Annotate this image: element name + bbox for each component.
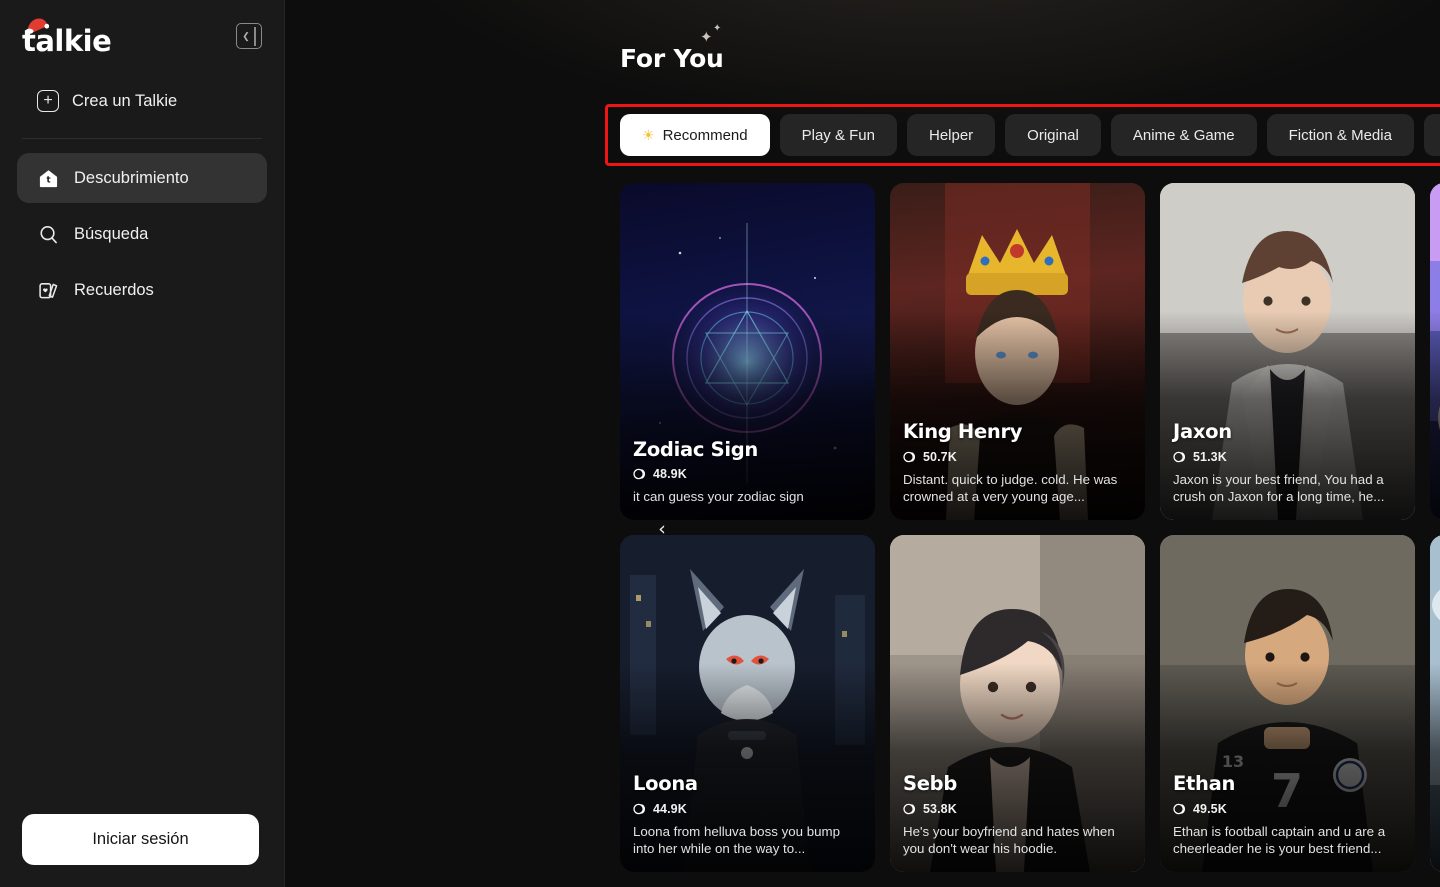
tab-icon[interactable]: Icon (1423, 114, 1440, 156)
card-description: Distant. quick to judge. cold. He was cr… (903, 471, 1118, 505)
tab-label: Original (1027, 126, 1079, 144)
card-stat: 49.5K (1173, 802, 1403, 816)
card-stat: 48.9K (633, 467, 863, 481)
chat-bubble-icon (903, 803, 915, 814)
chat-bubble-icon (1173, 451, 1185, 462)
sidebar-item-label: Descubrimiento (74, 168, 189, 187)
character-card[interactable]: Zodiac Sign 48.9K it can guess your zodi… (620, 183, 875, 520)
character-card[interactable]: Sebb 53.8K He's your boyfriend and hates… (890, 535, 1145, 872)
sidebar-divider (22, 138, 262, 139)
tab-label: Fiction & Media (1288, 126, 1392, 144)
chevron-left-icon: ‹ (658, 517, 666, 540)
page-title-wrap: ✦ ✦ For You (620, 24, 820, 82)
category-tabs: ☀ Recommend Play & Fun Helper Original A… (608, 107, 1440, 163)
card-stat: 50.7K (903, 450, 1133, 464)
character-card[interactable]: boy or girl test 53.3K this AI will gues… (1430, 183, 1440, 520)
card-chat-count: 51.3K (1193, 449, 1227, 464)
card-stat: 53.8K (903, 802, 1133, 816)
character-card[interactable]: King Henry 50.7K Distant. quick to judge… (890, 183, 1145, 520)
card-title: Loona (633, 772, 698, 796)
chat-bubble-icon (1173, 803, 1185, 814)
page-title: For You (620, 44, 724, 73)
sidebar-nav: t Descubrimiento Búsqueda Recuerdos (17, 153, 267, 315)
card-chat-count: 48.9K (653, 467, 687, 482)
carousel-prev-button[interactable]: ‹ (645, 512, 679, 546)
tab-helper[interactable]: Helper (906, 114, 996, 156)
tab-anime-and-game[interactable]: Anime & Game (1110, 114, 1257, 156)
app-root: talkie ❮ + Crea un Talkie t Descubrimien… (0, 0, 1440, 887)
card-title: Jaxon (1173, 420, 1232, 444)
sidebar-item-descubrimiento[interactable]: t Descubrimiento (17, 153, 267, 203)
home-house-icon: t (37, 167, 59, 189)
character-card[interactable]: 7 13 Ethan 49.5K (1160, 535, 1415, 872)
card-chat-count: 53.8K (923, 801, 957, 816)
card-info: Jaxon 51.3K Jaxon is your best friend, Y… (1173, 420, 1403, 506)
category-tabs-highlight: ☀ Recommend Play & Fun Helper Original A… (605, 104, 1440, 166)
sidebar-item-label: Búsqueda (74, 224, 149, 243)
card-description: Jaxon is your best friend, You had a cru… (1173, 471, 1385, 505)
card-info: Loona 44.9K Loona from helluva boss you … (633, 772, 863, 858)
app-logo-text: talkie (22, 24, 112, 58)
tab-label: Recommend (662, 126, 748, 144)
sidebar-item-recuerdos[interactable]: Recuerdos (17, 265, 267, 315)
character-card[interactable]: MHA beach day 53.6K there are denki(not … (1430, 535, 1440, 872)
card-title: Ethan (1173, 772, 1236, 796)
card-stat: 51.3K (1173, 450, 1403, 464)
chat-bubble-icon (633, 469, 645, 480)
cards-memories-icon (37, 279, 59, 301)
login-button[interactable]: Iniciar sesión (22, 814, 259, 865)
card-title: King Henry (903, 420, 1023, 444)
card-title: Zodiac Sign (633, 437, 758, 461)
card-gradient-overlay (1430, 311, 1440, 520)
create-talkie-button[interactable]: + Crea un Talkie (22, 82, 262, 120)
panel-divider (254, 26, 256, 46)
card-description: it can guess your zodiac sign (633, 489, 804, 505)
sparkle-icon-small: ✦ (713, 23, 722, 34)
tab-label: Helper (928, 126, 974, 144)
search-icon (37, 223, 59, 245)
card-stat: 44.9K (633, 802, 863, 816)
sidebar-item-label: Recuerdos (74, 280, 154, 299)
character-card-grid: Zodiac Sign 48.9K it can guess your zodi… (620, 183, 1440, 872)
card-description: Ethan is football captain and u are a ch… (1173, 823, 1386, 857)
tab-play-and-fun[interactable]: Play & Fun (779, 114, 897, 156)
panel-collapse-icon: ❮ (242, 30, 250, 41)
character-card[interactable]: Loona 44.9K Loona from helluva boss you … (620, 535, 875, 872)
create-talkie-label: Crea un Talkie (72, 91, 178, 110)
sidebar-header: talkie ❮ (0, 0, 284, 56)
card-description: He's your boyfriend and hates when you d… (903, 823, 1115, 857)
card-info: Zodiac Sign 48.9K it can guess your zodi… (633, 437, 863, 506)
login-area: Iniciar sesión (22, 814, 259, 865)
tab-original[interactable]: Original (1005, 114, 1101, 156)
tab-label: Play & Fun (801, 126, 875, 144)
card-gradient-overlay (1430, 663, 1440, 872)
card-description: Loona from helluva boss you bump into he… (633, 823, 840, 857)
card-info: Sebb 53.8K He's your boyfriend and hates… (903, 772, 1133, 858)
sidebar: talkie ❮ + Crea un Talkie t Descubrimien… (0, 0, 285, 887)
sparkle-icon: ✦ (700, 29, 713, 46)
card-title: Sebb (903, 772, 957, 796)
chat-bubble-icon (633, 803, 645, 814)
tab-recommend[interactable]: ☀ Recommend (620, 114, 770, 156)
character-card[interactable]: Jaxon 51.3K Jaxon is your best friend, Y… (1160, 183, 1415, 520)
plus-square-icon: + (37, 90, 59, 112)
sun-sparkle-icon: ☀ (642, 127, 655, 143)
tab-label: Anime & Game (1132, 126, 1235, 144)
chat-bubble-icon (903, 451, 915, 462)
card-chat-count: 50.7K (923, 449, 957, 464)
main-content: ✦ ✦ For You ☀ Recommend Play & Fun Helpe… (285, 0, 1440, 887)
card-chat-count: 44.9K (653, 801, 687, 816)
tab-fiction-and-media[interactable]: Fiction & Media (1266, 114, 1414, 156)
sidebar-item-busqueda[interactable]: Búsqueda (17, 209, 267, 259)
sidebar-collapse-button[interactable]: ❮ (236, 23, 262, 49)
app-logo[interactable]: talkie (22, 18, 112, 58)
svg-text:t: t (46, 175, 50, 185)
card-info: Ethan 49.5K Ethan is football captain an… (1173, 772, 1403, 858)
card-info: King Henry 50.7K Distant. quick to judge… (903, 420, 1133, 506)
card-chat-count: 49.5K (1193, 801, 1227, 816)
